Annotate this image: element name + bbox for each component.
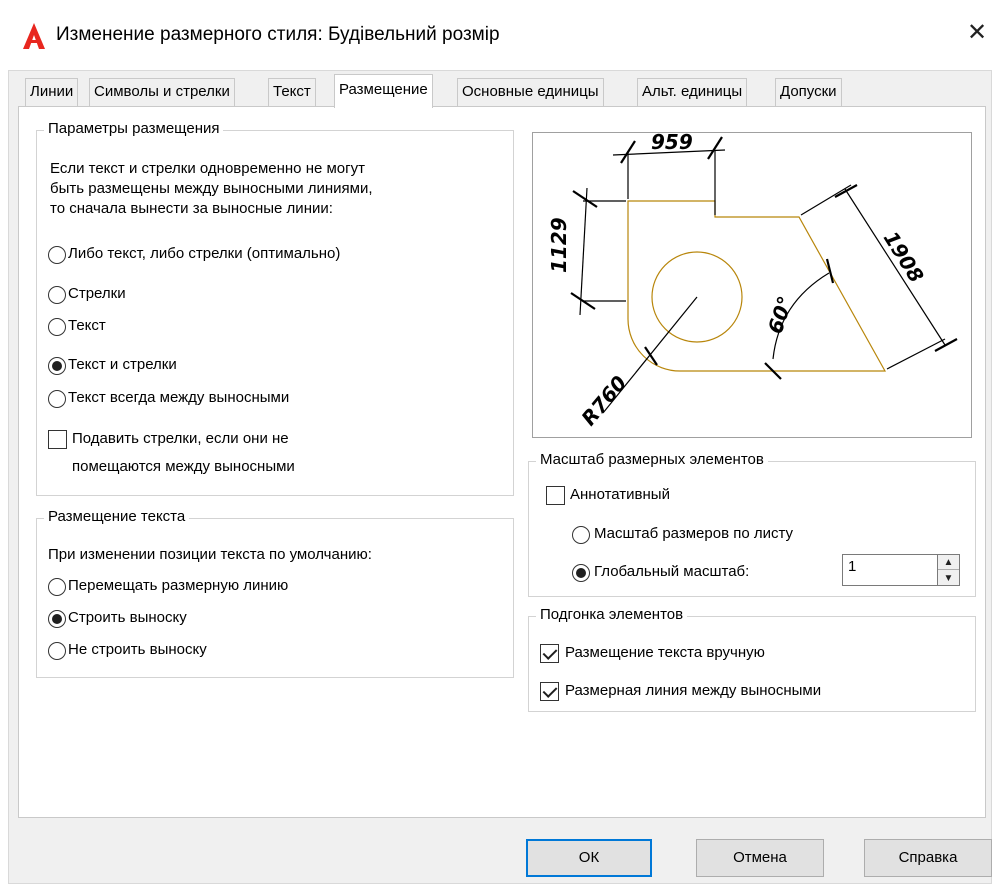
tab-text[interactable]: Текст — [268, 78, 316, 106]
label-dim-top: 959 — [651, 133, 693, 154]
dim-line-between-ext-label[interactable]: Размерная линия между выносными — [565, 682, 821, 699]
label-dim-angle: 60° — [763, 293, 798, 336]
ok-button[interactable]: ОК — [526, 839, 652, 877]
radio-arrows[interactable] — [48, 286, 66, 304]
radio-global-scale-label[interactable]: Глобальный масштаб: — [594, 563, 749, 580]
annotative-label[interactable]: Аннотативный — [570, 486, 670, 503]
radio-text-or-arrows[interactable] — [48, 246, 66, 264]
dim-line-left — [579, 187, 588, 316]
ext-line-right-bottom — [886, 338, 946, 370]
close-icon[interactable]: ✕ — [964, 20, 990, 46]
ext-line-right-top — [800, 184, 852, 216]
label-dim-left: 1129 — [547, 217, 571, 273]
tick-left-top — [572, 190, 598, 208]
scale-legend: Масштаб размерных элементов — [536, 451, 768, 468]
label-dim-right: 1908 — [879, 227, 929, 287]
fit-description-line1: Если текст и стрелки одновременно не мог… — [50, 160, 365, 177]
preview-labels: 959 1129 1908 60° R760 — [547, 130, 929, 430]
fine-tuning-legend: Подгонка элементов — [536, 606, 688, 623]
preview-drawing: 959 1129 1908 60° R760 — [547, 130, 958, 430]
suppress-arrows-checkbox[interactable] — [48, 430, 67, 449]
manual-text-placement-checkbox[interactable] — [540, 644, 559, 663]
window-title: Изменение размерного стиля: Будівельний … — [56, 24, 500, 45]
global-scale-input[interactable]: 1 — [842, 554, 938, 586]
radio-text-always-between[interactable] — [48, 390, 66, 408]
suppress-arrows-label-line2[interactable]: помещаются между выносными — [72, 458, 295, 475]
tab-fit[interactable]: Размещение — [334, 74, 433, 108]
radio-arrows-label[interactable]: Стрелки — [68, 285, 126, 302]
tab-primary-units[interactable]: Основные единицы — [457, 78, 604, 106]
radio-move-dim-line-label[interactable]: Перемещать размерную линию — [68, 577, 288, 594]
radio-text-always-between-label[interactable]: Текст всегда между выносными — [68, 389, 289, 406]
radio-with-leader[interactable] — [48, 610, 66, 628]
annotative-checkbox[interactable] — [546, 486, 565, 505]
tab-lines[interactable]: Линии — [25, 78, 79, 106]
radio-move-dim-line[interactable] — [48, 578, 66, 596]
radio-global-scale[interactable] — [572, 564, 590, 582]
tab-label: Допуски — [780, 83, 837, 100]
autocad-logo-icon — [23, 23, 45, 49]
radio-without-leader-label[interactable]: Не строить выноску — [68, 641, 207, 658]
global-scale-spinner: ▲ ▼ — [938, 554, 960, 586]
tab-tolerances[interactable]: Допуски — [775, 78, 842, 106]
radio-scale-to-layout[interactable] — [572, 526, 590, 544]
radio-with-leader-label[interactable]: Строить выноску — [68, 609, 187, 626]
preview-shape — [627, 200, 887, 372]
tab-symbols-arrows[interactable]: Символы и стрелки — [89, 78, 235, 106]
fit-description-line2: быть размещены между выносными линиями, — [50, 180, 373, 197]
tick-right-bottom — [934, 338, 958, 352]
preview-outline — [627, 200, 887, 372]
spin-down-icon[interactable]: ▼ — [938, 571, 959, 586]
suppress-arrows-label-line1[interactable]: Подавить стрелки, если они не — [72, 430, 289, 447]
cancel-button[interactable]: Отмена — [696, 839, 824, 877]
dim-line-between-ext-checkbox[interactable] — [540, 682, 559, 701]
tab-alternate-units[interactable]: Альт. единицы — [637, 78, 748, 106]
spin-up-icon[interactable]: ▲ — [938, 555, 959, 570]
tab-label: Линии — [30, 83, 74, 100]
radio-text-and-arrows[interactable] — [48, 357, 66, 375]
fit-options-legend: Параметры размещения — [44, 120, 224, 137]
help-button[interactable]: Справка — [864, 839, 992, 877]
tab-label: Основные единицы — [462, 83, 599, 100]
radio-text-and-arrows-label[interactable]: Текст и стрелки — [68, 356, 177, 373]
tick-right-top — [834, 184, 858, 198]
dimension-preview: 959 1129 1908 60° R760 — [532, 130, 972, 438]
dim-line-right — [844, 188, 946, 346]
tick-angle-top — [825, 258, 835, 284]
radio-text-or-arrows-label[interactable]: Либо текст, либо стрелки (оптимально) — [68, 245, 340, 262]
manual-text-placement-label[interactable]: Размещение текста вручную — [565, 644, 765, 661]
fit-description-line3: то сначала вынести за выносные линии: — [50, 200, 333, 217]
label-dim-radius: R760 — [576, 371, 631, 430]
tab-label: Размещение — [339, 81, 428, 98]
radio-text-label[interactable]: Текст — [68, 317, 106, 334]
radio-without-leader[interactable] — [48, 642, 66, 660]
radio-scale-to-layout-label[interactable]: Масштаб размеров по листу — [594, 525, 793, 542]
radio-text[interactable] — [48, 318, 66, 336]
tab-label: Символы и стрелки — [94, 83, 230, 100]
tab-label: Текст — [273, 83, 311, 100]
tab-label: Альт. единицы — [642, 83, 743, 100]
text-placement-description: При изменении позиции текста по умолчани… — [48, 546, 372, 563]
text-placement-legend: Размещение текста — [44, 508, 190, 525]
